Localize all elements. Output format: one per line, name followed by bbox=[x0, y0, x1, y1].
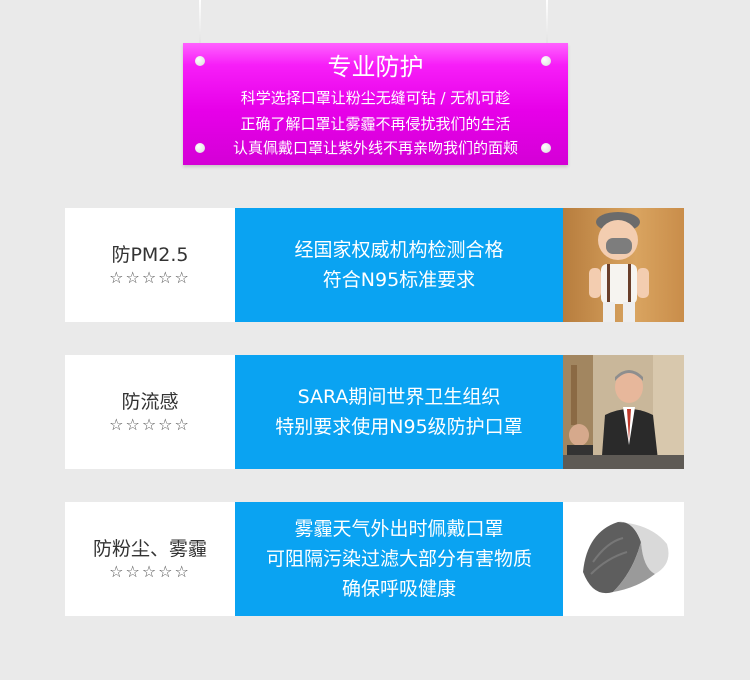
description-line: 特别要求使用N95级防护口罩 bbox=[275, 416, 523, 438]
feature-row-flu: 防流感 ☆☆☆☆☆ SARA期间世界卫生组织 特别要求使用N95级防护口罩 bbox=[65, 355, 684, 469]
star-rating: ☆☆☆☆☆ bbox=[109, 268, 191, 287]
description-line: 确保呼吸健康 bbox=[341, 578, 456, 600]
description-line: 符合N95标准要求 bbox=[322, 269, 476, 291]
promo-banner: 专业防护 科学选择口罩让粉尘无缝可钻 / 无机可趁 正确了解口罩让雾霾不再侵扰我… bbox=[183, 43, 568, 165]
feature-label: 防流感 bbox=[121, 391, 179, 413]
description-line: 可阻隔污染过滤大部分有害物质 bbox=[265, 548, 532, 570]
gray-mask-product-photo bbox=[563, 502, 684, 616]
feature-description: 雾霾天气外出时佩戴口罩 可阻隔污染过滤大部分有害物质 确保呼吸健康 bbox=[235, 502, 563, 616]
star-rating: ☆☆☆☆☆ bbox=[109, 562, 191, 581]
banner-title: 专业防护 bbox=[327, 53, 424, 81]
conference-speaker-photo bbox=[563, 355, 684, 469]
feature-label-box: 防流感 ☆☆☆☆☆ bbox=[65, 355, 235, 469]
description-line: 雾霾天气外出时佩戴口罩 bbox=[294, 518, 504, 540]
feature-label: 防粉尘、雾霾 bbox=[92, 538, 207, 560]
feature-description: 经国家权威机构检测合格 符合N95标准要求 bbox=[235, 208, 563, 322]
feature-label: 防PM2.5 bbox=[111, 244, 189, 266]
child-wearing-mask-photo bbox=[563, 208, 684, 322]
feature-label-box: 防粉尘、雾霾 ☆☆☆☆☆ bbox=[65, 502, 235, 616]
feature-description: SARA期间世界卫生组织 特别要求使用N95级防护口罩 bbox=[235, 355, 563, 469]
star-rating: ☆☆☆☆☆ bbox=[109, 415, 191, 434]
banner-line: 正确了解口罩让雾霾不再侵扰我们的生活 bbox=[240, 115, 511, 133]
feature-label-box: 防PM2.5 ☆☆☆☆☆ bbox=[65, 208, 235, 322]
banner-line: 认真佩戴口罩让紫外线不再亲吻我们的面颊 bbox=[232, 139, 518, 157]
description-line: 经国家权威机构检测合格 bbox=[294, 239, 504, 261]
feature-row-dust-smog: 防粉尘、雾霾 ☆☆☆☆☆ 雾霾天气外出时佩戴口罩 可阻隔污染过滤大部分有害物质 … bbox=[65, 502, 684, 616]
feature-row-pm25: 防PM2.5 ☆☆☆☆☆ 经国家权威机构检测合格 符合N95标准要求 bbox=[65, 208, 684, 322]
banner-line: 科学选择口罩让粉尘无缝可钻 / 无机可趁 bbox=[240, 89, 511, 107]
description-line: SARA期间世界卫生组织 bbox=[297, 386, 501, 408]
